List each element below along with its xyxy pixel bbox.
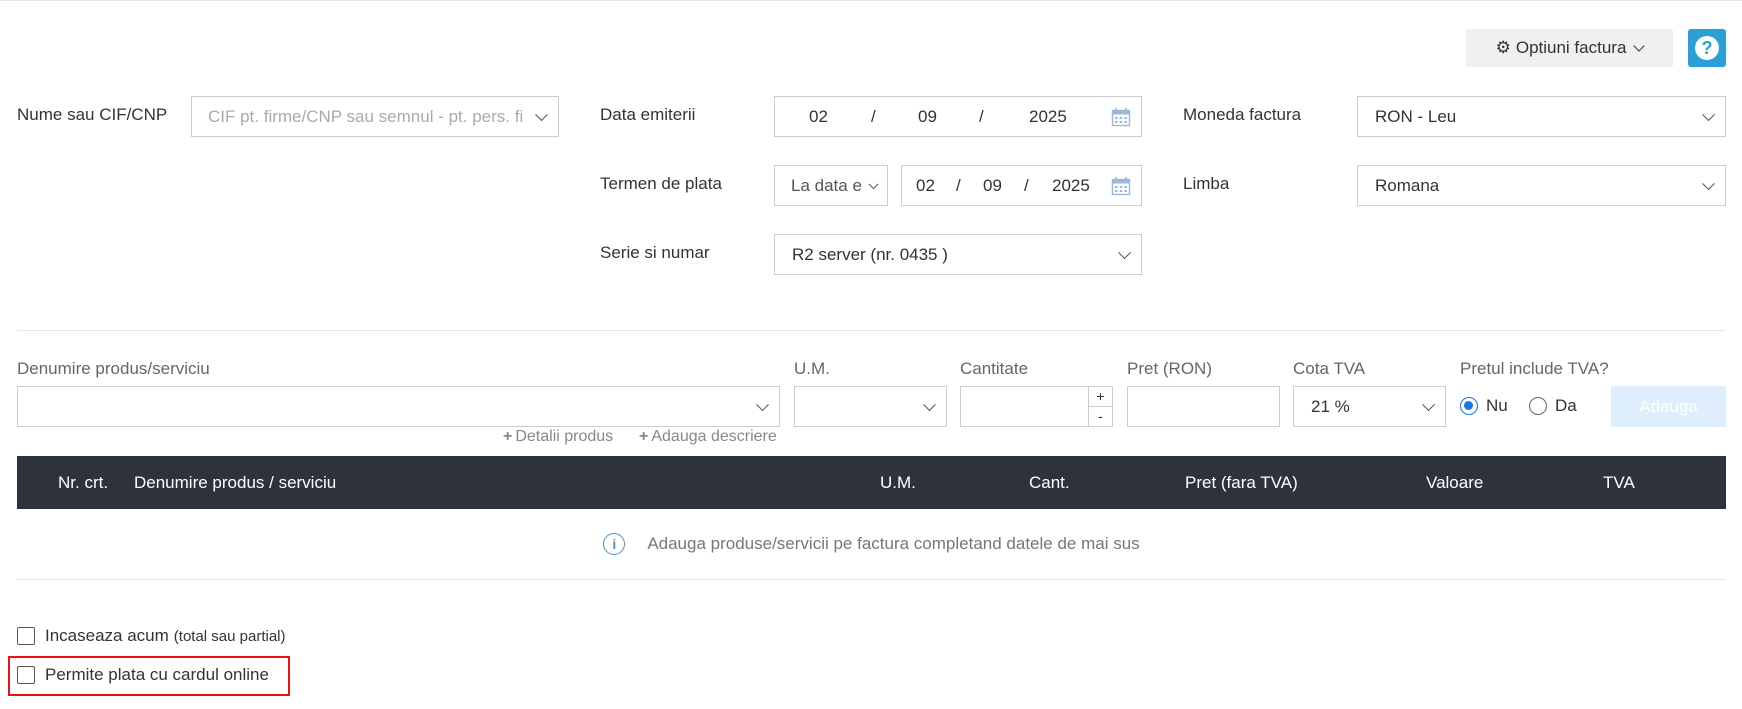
payment-term-label: Termen de plata xyxy=(600,174,722,193)
issue-day: 02 xyxy=(809,106,828,126)
price-input[interactable] xyxy=(1127,386,1280,427)
chevron-down-icon xyxy=(868,178,879,189)
currency-select[interactable]: RON - Leu xyxy=(1357,96,1726,137)
quantity-stepper[interactable]: + - xyxy=(960,386,1113,427)
chevron-down-icon xyxy=(1702,176,1715,190)
due-year: 2025 xyxy=(1052,175,1090,195)
decrement-button[interactable]: - xyxy=(1089,407,1112,427)
language-select[interactable]: Romana xyxy=(1357,165,1726,206)
series-value: R2 server (nr. 0435 ) xyxy=(792,244,948,264)
highlight-box xyxy=(8,656,290,696)
vat-rate-value: 21 % xyxy=(1311,396,1350,416)
column-header: Pret (fara TVA) xyxy=(1185,473,1298,492)
um-label: U.M. xyxy=(794,359,830,378)
plus-icon: + xyxy=(639,428,649,445)
due-month: 09 xyxy=(983,175,1002,195)
column-header: TVA xyxy=(1603,473,1635,492)
currency-label: Moneda factura xyxy=(1183,105,1302,124)
info-icon: i xyxy=(603,533,626,555)
collect-now-label: Incaseaza acum xyxy=(45,626,169,645)
payment-term-select[interactable]: La data e xyxy=(774,165,888,206)
issue-year: 2025 xyxy=(1029,106,1067,126)
due-day: 02 xyxy=(916,175,935,195)
gear-icon: ⚙ xyxy=(1495,38,1511,57)
date-separator: / xyxy=(956,175,961,195)
chevron-down-icon xyxy=(1118,245,1131,259)
product-details-label: Detalii produs xyxy=(515,428,614,445)
collect-now-sublabel: (total sau partial) xyxy=(173,627,286,645)
includes-vat-yes[interactable]: Da xyxy=(1529,396,1577,416)
issue-month: 09 xyxy=(918,106,937,126)
currency-value: RON - Leu xyxy=(1375,106,1457,126)
invoice-options-button[interactable]: ⚙ Optiuni factura xyxy=(1466,29,1673,67)
add-description-link[interactable]: + Adauga descriere xyxy=(639,428,777,446)
client-label: Nume sau CIF/CNP xyxy=(17,105,168,124)
collect-now-option[interactable]: Incaseaza acum (total sau partial) xyxy=(17,626,286,646)
chevron-down-icon xyxy=(535,107,548,121)
chevron-down-icon xyxy=(1702,107,1715,121)
empty-message-text: Adauga produse/servicii pe factura compl… xyxy=(647,534,1140,553)
date-separator: / xyxy=(1024,175,1029,195)
option-no-label: Nu xyxy=(1486,396,1508,415)
product-name-label: Denumire produs/serviciu xyxy=(17,359,210,378)
column-header: Nr. crt. xyxy=(58,473,109,492)
add-description-label: Adauga descriere xyxy=(651,428,777,445)
stepper-controls: + - xyxy=(1088,387,1112,426)
add-product-button[interactable]: Adauga xyxy=(1611,386,1726,427)
products-table-header: Nr. crt. Denumire produs / serviciu U.M.… xyxy=(17,456,1726,509)
language-value: Romana xyxy=(1375,175,1440,195)
calendar-icon[interactable] xyxy=(1111,107,1131,127)
help-button[interactable]: ? xyxy=(1688,29,1726,67)
invoice-options-label: Optiuni factura xyxy=(1515,38,1627,57)
client-select[interactable]: CIF pt. firme/CNP sau semnul - pt. pers.… xyxy=(191,96,559,137)
issue-date-label: Data emiterii xyxy=(600,105,696,124)
date-separator: / xyxy=(871,106,876,126)
product-details-link[interactable]: + Detalii produs xyxy=(503,428,613,446)
includes-vat-no[interactable]: Nu xyxy=(1460,396,1508,416)
um-select[interactable] xyxy=(794,386,947,427)
chevron-down-icon xyxy=(756,397,769,411)
chevron-down-icon xyxy=(1633,40,1646,52)
option-yes-label: Da xyxy=(1555,396,1577,415)
payment-term-value: La data e xyxy=(791,175,862,195)
series-label: Serie si numar xyxy=(600,243,710,262)
quantity-label: Cantitate xyxy=(960,359,1029,378)
chevron-down-icon xyxy=(1422,397,1435,411)
due-date-input[interactable]: 02 / 09 / 2025 xyxy=(901,165,1142,206)
increment-button[interactable]: + xyxy=(1089,387,1112,407)
section-divider xyxy=(17,330,1726,331)
collect-now-checkbox[interactable] xyxy=(17,627,35,645)
section-divider xyxy=(17,579,1726,580)
radio-selected[interactable] xyxy=(1460,397,1478,415)
date-separator: / xyxy=(979,106,984,126)
product-name-select[interactable] xyxy=(17,386,780,427)
series-select[interactable]: R2 server (nr. 0435 ) xyxy=(774,234,1142,275)
column-header: Denumire produs / serviciu xyxy=(134,473,337,492)
includes-vat-label: Pretul include TVA? xyxy=(1460,359,1609,378)
radio-unselected[interactable] xyxy=(1529,397,1547,415)
top-divider xyxy=(0,0,1742,1)
column-header: U.M. xyxy=(880,473,916,492)
empty-table-message: i Adauga produse/servicii pe factura com… xyxy=(17,509,1726,579)
plus-icon: + xyxy=(503,428,513,445)
vat-rate-select[interactable]: 21 % xyxy=(1293,386,1446,427)
issue-date-input[interactable]: 02 / 09 / 2025 xyxy=(774,96,1142,137)
chevron-down-icon xyxy=(923,397,936,411)
client-placeholder: CIF pt. firme/CNP sau semnul - pt. pers.… xyxy=(208,106,524,126)
calendar-icon[interactable] xyxy=(1111,176,1131,196)
vat-rate-label: Cota TVA xyxy=(1293,359,1366,378)
column-header: Valoare xyxy=(1426,473,1484,492)
question-icon: ? xyxy=(1695,36,1719,60)
column-header: Cant. xyxy=(1029,473,1070,492)
language-label: Limba xyxy=(1183,174,1230,193)
price-label: Pret (RON) xyxy=(1127,359,1212,378)
